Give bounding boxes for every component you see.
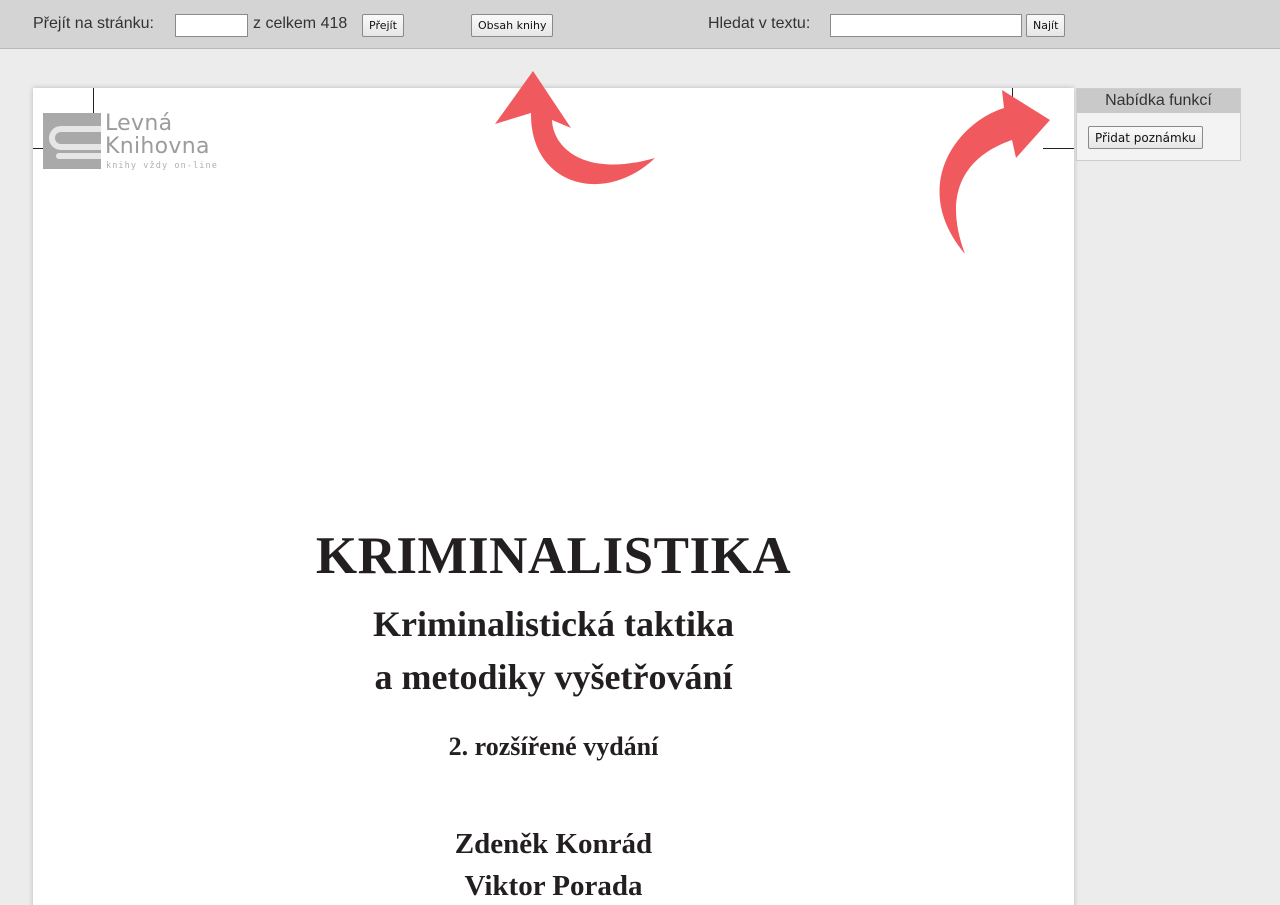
curved-arrow-annotation-icon [495, 71, 655, 185]
search-input[interactable] [830, 14, 1022, 37]
goto-page-label: Přejít na stránku: [33, 15, 154, 32]
book-stack-icon [43, 113, 101, 169]
logo-tagline: knihy vždy on-line [106, 161, 218, 171]
search-button[interactable]: Najít [1026, 14, 1066, 37]
functions-panel-title: Nabídka funkcí [1077, 89, 1240, 113]
book-subtitle-line1: Kriminalistická taktika [372, 604, 735, 644]
functions-panel: Nabídka funkcí Přidat poznámku [1076, 88, 1241, 161]
logo-text-line2: Knihovna [105, 134, 210, 159]
book-author: Viktor Porada [464, 870, 643, 902]
book-title: KRIMINALISTIKA [315, 527, 792, 585]
book-page: Levná Knihovna knihy vždy on-line KRIMIN… [33, 88, 1074, 905]
goto-page-button[interactable]: Přejít [362, 14, 404, 37]
curved-arrow-annotation-icon [939, 90, 1050, 254]
book-subtitle-line2: a metodiky vyšetřování [374, 657, 733, 697]
reader-toolbar: Přejít na stránku: z celkem 418 Přejít O… [0, 0, 1280, 49]
book-author: Zdeněk Konrád [454, 828, 653, 860]
add-note-button[interactable]: Přidat poznámku [1088, 126, 1203, 149]
goto-page-input[interactable] [175, 14, 248, 37]
logo-text-line1: Levná [105, 111, 173, 136]
search-text-label: Hledat v textu: [708, 15, 811, 32]
publisher-logo: Levná Knihovna knihy vždy on-line [43, 111, 233, 171]
book-edition: 2. rozšířené vydání [448, 732, 659, 761]
total-pages-label: z celkem 418 [253, 15, 348, 32]
table-of-contents-button[interactable]: Obsah knihy [471, 14, 554, 37]
